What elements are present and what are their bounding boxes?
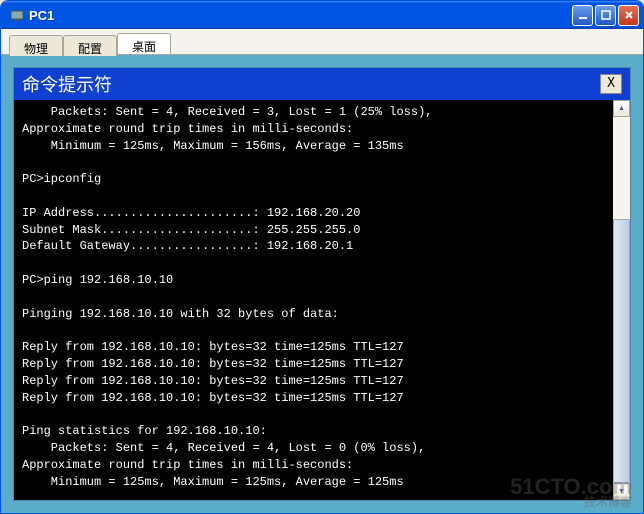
output-line: PC>ping 192.168.10.10 — [22, 273, 173, 287]
terminal-titlebar[interactable]: 命令提示符 X — [14, 68, 630, 100]
scrollbar: ▲ ▼ — [613, 100, 630, 500]
output-line: Reply from 192.168.10.10: bytes=32 time=… — [22, 340, 404, 354]
output-line: Subnet Mask.....................: 255.25… — [22, 223, 360, 237]
scroll-thumb[interactable] — [613, 219, 630, 483]
maximize-button[interactable] — [595, 5, 616, 26]
tab-desktop[interactable]: 桌面 — [117, 33, 171, 54]
output-line: Reply from 192.168.10.10: bytes=32 time=… — [22, 391, 404, 405]
terminal-title-text: 命令提示符 — [22, 71, 112, 97]
terminal-close-button[interactable]: X — [600, 74, 622, 94]
app-window: PC1 物理 配置 桌面 命令提示符 X Packets: Sent = 4, … — [0, 0, 644, 514]
app-icon — [9, 7, 25, 23]
tab-bar: 物理 配置 桌面 — [1, 29, 643, 55]
output-line: Default Gateway.................: 192.16… — [22, 239, 353, 253]
output-line: IP Address......................: 192.16… — [22, 206, 360, 220]
close-button[interactable] — [618, 5, 639, 26]
output-line: Packets: Sent = 4, Received = 3, Lost = … — [22, 105, 432, 119]
output-line: Packets: Sent = 4, Received = 4, Lost = … — [22, 441, 425, 455]
output-line: Reply from 192.168.10.10: bytes=32 time=… — [22, 374, 404, 388]
output-line: Ping statistics for 192.168.10.10: — [22, 424, 267, 438]
terminal-output[interactable]: Packets: Sent = 4, Received = 3, Lost = … — [14, 100, 613, 500]
terminal-body-wrap: Packets: Sent = 4, Received = 3, Lost = … — [14, 100, 630, 500]
scroll-track[interactable] — [613, 117, 630, 483]
output-line: Minimum = 125ms, Maximum = 125ms, Averag… — [22, 475, 404, 489]
output-line: Approximate round trip times in milli-se… — [22, 458, 353, 472]
output-line: Pinging 192.168.10.10 with 32 bytes of d… — [22, 307, 339, 321]
minimize-button[interactable] — [572, 5, 593, 26]
output-line: Reply from 192.168.10.10: bytes=32 time=… — [22, 357, 404, 371]
titlebar[interactable]: PC1 — [1, 1, 643, 29]
content-area: 命令提示符 X Packets: Sent = 4, Received = 3,… — [1, 55, 643, 513]
tab-config[interactable]: 配置 — [63, 35, 117, 56]
window-title: PC1 — [29, 8, 572, 23]
output-line: Minimum = 125ms, Maximum = 156ms, Averag… — [22, 139, 404, 153]
tab-physical[interactable]: 物理 — [9, 35, 63, 56]
output-line: PC>ipconfig — [22, 172, 101, 186]
window-controls — [572, 5, 639, 26]
scroll-up-button[interactable]: ▲ — [613, 100, 630, 117]
output-line: Approximate round trip times in milli-se… — [22, 122, 353, 136]
terminal-window: 命令提示符 X Packets: Sent = 4, Received = 3,… — [13, 67, 631, 501]
scroll-down-button[interactable]: ▼ — [613, 483, 630, 500]
